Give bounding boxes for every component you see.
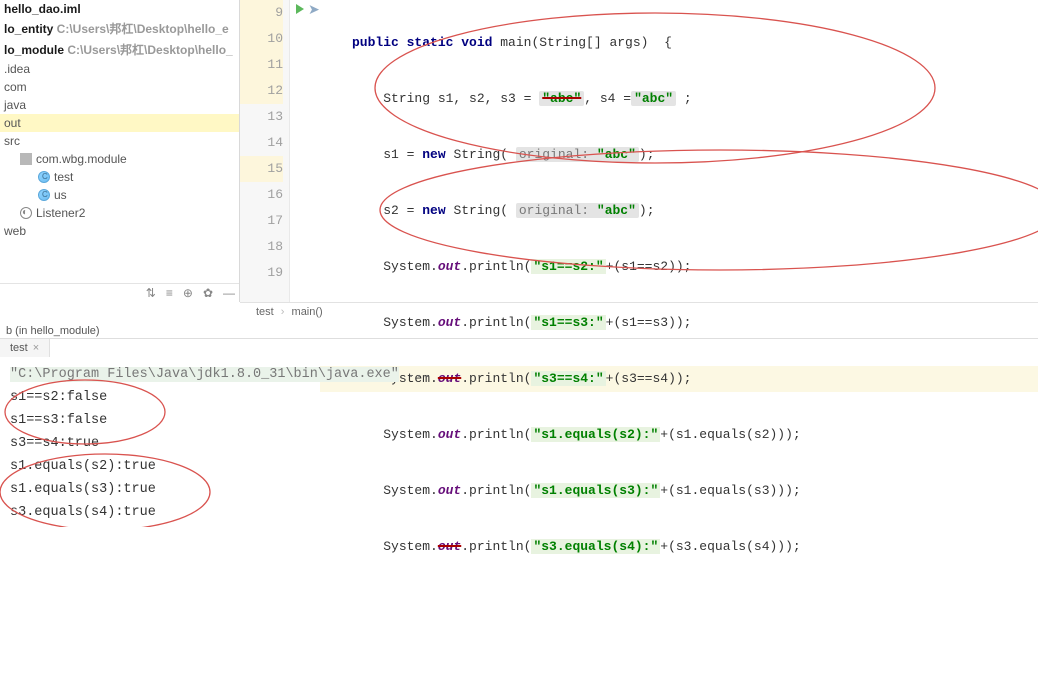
tree-item[interactable]: hello_dao.iml xyxy=(0,0,239,18)
project-tree-panel: hello_dao.iml lo_entity C:\Users\邦杠\Desk… xyxy=(0,0,240,302)
tree-item-selected[interactable]: out xyxy=(0,114,239,132)
code-text: .println( xyxy=(461,315,531,330)
code-text: , s4 = xyxy=(584,91,631,106)
method-marker-icon: ➤ xyxy=(308,2,320,19)
tree-item[interactable]: src xyxy=(0,132,239,150)
chevron-right-icon: › xyxy=(281,306,285,318)
tree-item[interactable]: lo_entity C:\Users\邦杠\Desktop\hello_e xyxy=(0,18,239,39)
console-line: "C:\Program Files\Java\jdk1.8.0_31\bin\j… xyxy=(10,367,399,382)
line-number[interactable]: 17 xyxy=(240,208,283,234)
run-gutter: ➤ xyxy=(290,0,320,302)
console-line: s1==s3:false xyxy=(10,409,1028,432)
code-text: s2 = xyxy=(383,203,422,218)
field-ref: out xyxy=(438,259,461,274)
flatten-icon[interactable]: ≡ xyxy=(166,286,173,300)
code-text: String s1, s2, s3 = xyxy=(383,91,539,106)
string-literal: "abc" xyxy=(542,91,581,106)
tree-item[interactable]: us xyxy=(0,186,239,204)
code-text: System. xyxy=(383,315,438,330)
sort-icon[interactable]: ⇅ xyxy=(146,286,156,300)
field-ref: out xyxy=(438,315,461,330)
code-text: System. xyxy=(383,539,438,554)
line-number[interactable]: 12 xyxy=(240,78,283,104)
target-icon[interactable]: ⊕ xyxy=(183,286,193,300)
line-number[interactable]: 14 xyxy=(240,130,283,156)
code-text: String( xyxy=(446,203,516,218)
code-text: ); xyxy=(639,147,655,162)
gear-icon[interactable]: ✿ xyxy=(203,286,213,300)
close-icon[interactable]: × xyxy=(33,342,39,354)
keyword: new xyxy=(422,147,445,162)
hide-icon[interactable]: — xyxy=(223,286,235,300)
line-number[interactable]: 9 xyxy=(240,0,283,26)
folder-icon xyxy=(20,153,32,165)
console-line: s1==s2:false xyxy=(10,386,1028,409)
console-line: s1.equals(s2):true xyxy=(10,455,1028,478)
string-literal: "abc" xyxy=(597,203,636,218)
console-line: s1.equals(s3):true xyxy=(10,478,1028,501)
tree-toolbar: ⇅ ≡ ⊕ ✿ — xyxy=(0,283,239,302)
tree-item[interactable]: test xyxy=(0,168,239,186)
project-tree[interactable]: hello_dao.iml lo_entity C:\Users\邦杠\Desk… xyxy=(0,0,239,283)
code-text: System. xyxy=(383,259,438,274)
tree-item[interactable]: java xyxy=(0,96,239,114)
class-icon xyxy=(38,171,50,183)
line-number[interactable]: 18 xyxy=(240,234,283,260)
code-text: ; xyxy=(676,91,692,106)
breadcrumb-item[interactable]: main() xyxy=(292,306,323,318)
line-number[interactable]: 19 xyxy=(240,260,283,286)
keyword: public static void xyxy=(352,35,492,50)
line-number[interactable]: 13 xyxy=(240,104,283,130)
string-literal: "s3.equals(s4):" xyxy=(531,539,660,554)
param-hint: original: xyxy=(519,147,589,162)
run-tab-label: test xyxy=(10,342,28,354)
code-text: .println( xyxy=(461,539,531,554)
console-line: s3.equals(s4):true xyxy=(10,501,1028,524)
string-literal: "s1==s3:" xyxy=(531,315,605,330)
keyword: new xyxy=(422,203,445,218)
run-tab[interactable]: test × xyxy=(0,339,50,357)
listener-icon xyxy=(20,207,32,219)
string-literal: "abc" xyxy=(597,147,636,162)
code-text: s1 = xyxy=(383,147,422,162)
code-text: ); xyxy=(639,203,655,218)
tree-item[interactable]: com.wbg.module xyxy=(0,150,239,168)
line-number[interactable]: 16 xyxy=(240,182,283,208)
code-text: +(s1==s3)); xyxy=(606,315,692,330)
tree-item[interactable]: Listener2 xyxy=(0,204,239,222)
run-line-icon[interactable] xyxy=(296,4,304,14)
code-area[interactable]: public static void main(String[] args) {… xyxy=(320,0,1038,302)
console-line: s3==s4:true xyxy=(10,432,1028,455)
line-number[interactable]: 11 xyxy=(240,52,283,78)
code-editor[interactable]: 9 10 11 12 13 14 15 16 17 18 19 ➤ public… xyxy=(240,0,1038,302)
tree-item[interactable]: .idea xyxy=(0,60,239,78)
console-output[interactable]: "C:\Program Files\Java\jdk1.8.0_31\bin\j… xyxy=(0,357,1038,530)
tree-item[interactable]: lo_module C:\Users\邦杠\Desktop\hello_ xyxy=(0,39,239,60)
line-number[interactable]: 10 xyxy=(240,26,283,52)
code-text: String( xyxy=(446,147,516,162)
string-literal: "s1==s2:" xyxy=(531,259,605,274)
line-gutter: 9 10 11 12 13 14 15 16 17 18 19 xyxy=(240,0,290,302)
console-line: ... xyxy=(399,367,431,382)
code-text: +(s3.equals(s4))); xyxy=(660,539,800,554)
tree-item[interactable]: com xyxy=(0,78,239,96)
field-ref: out xyxy=(438,539,461,554)
breadcrumb-item[interactable]: test xyxy=(256,306,274,318)
class-icon xyxy=(38,189,50,201)
code-text: +(s1==s2)); xyxy=(606,259,692,274)
code-text: main(String[] args) { xyxy=(492,35,671,50)
string-literal: "abc" xyxy=(634,91,673,106)
line-number[interactable]: 15 xyxy=(240,156,283,182)
code-text: .println( xyxy=(461,259,531,274)
tree-item[interactable]: web xyxy=(0,222,239,240)
param-hint: original: xyxy=(519,203,589,218)
